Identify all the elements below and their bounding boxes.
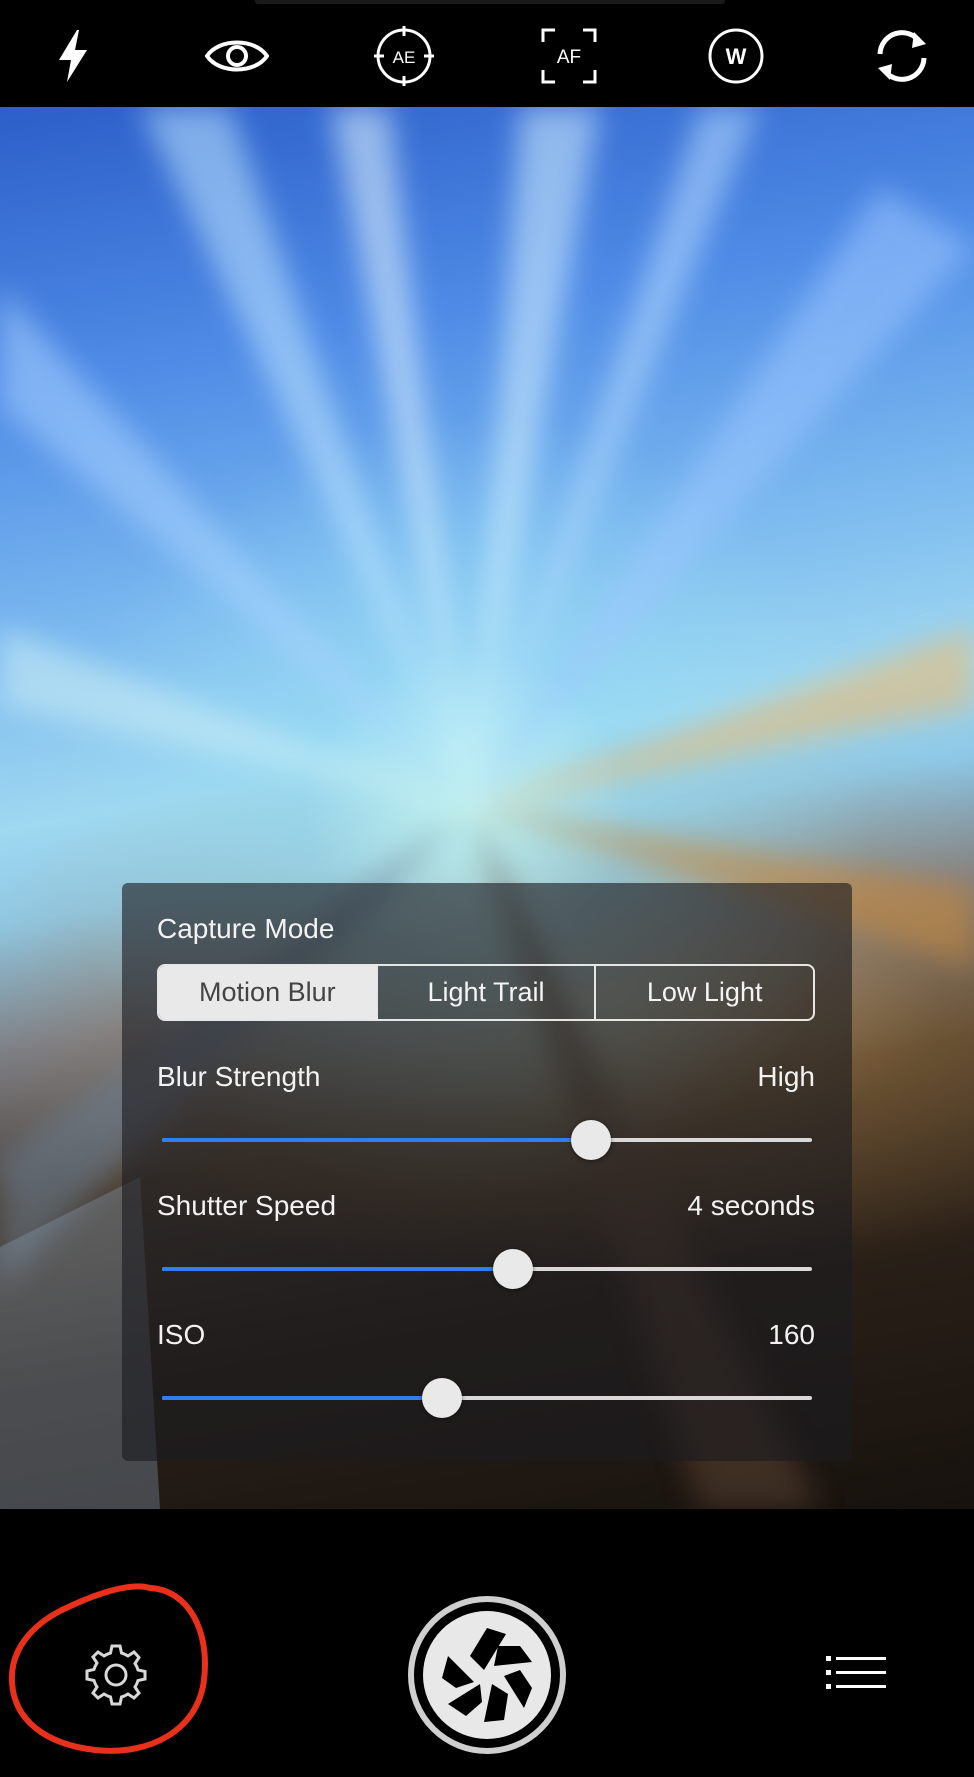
slider-fill [162,1267,513,1271]
panel-title: Capture Mode [157,913,335,944]
ae-lock-icon[interactable]: AE [372,24,436,88]
mode-light-trail[interactable]: Light Trail [375,966,595,1019]
switch-camera-icon[interactable] [870,24,934,88]
shutter-speed-label: Shutter Speed [157,1190,337,1221]
af-lock-icon[interactable]: AF [537,24,601,88]
status-notch [255,0,725,4]
shutter-speed-value: 4 seconds [687,1190,815,1221]
menu-list-icon[interactable] [826,1650,886,1696]
iso-label: ISO [157,1319,206,1350]
blur-strength-slider[interactable] [162,1120,812,1160]
iso-slider[interactable] [162,1378,812,1418]
eye-icon[interactable] [205,24,269,88]
slider-fill [162,1138,591,1142]
slider-fill [162,1396,442,1400]
top-toolbar: AE AF W [0,0,974,107]
flash-icon[interactable] [41,24,105,88]
capture-mode-selector: Motion Blur Light Trail Low Light [157,964,815,1021]
slider-thumb[interactable] [493,1249,533,1289]
white-balance-icon[interactable]: W [704,24,768,88]
slider-thumb[interactable] [421,1378,462,1418]
ae-label: AE [393,48,416,67]
slider-thumb[interactable] [571,1120,611,1160]
iso-value: 160 [768,1319,815,1350]
capture-settings-panel: Capture Mode Motion Blur Light Trail Low… [122,883,852,1461]
af-label: AF [557,47,581,68]
mode-motion-blur[interactable]: Motion Blur [159,966,376,1019]
shutter-button[interactable] [408,1596,566,1754]
shutter-speed-slider[interactable] [162,1249,812,1289]
settings-gear-icon[interactable] [83,1642,149,1708]
mode-low-light[interactable]: Low Light [594,966,813,1019]
wb-label: W [726,44,747,69]
blur-strength-label: Blur Strength [157,1061,321,1092]
blur-strength-value: High [757,1061,815,1092]
